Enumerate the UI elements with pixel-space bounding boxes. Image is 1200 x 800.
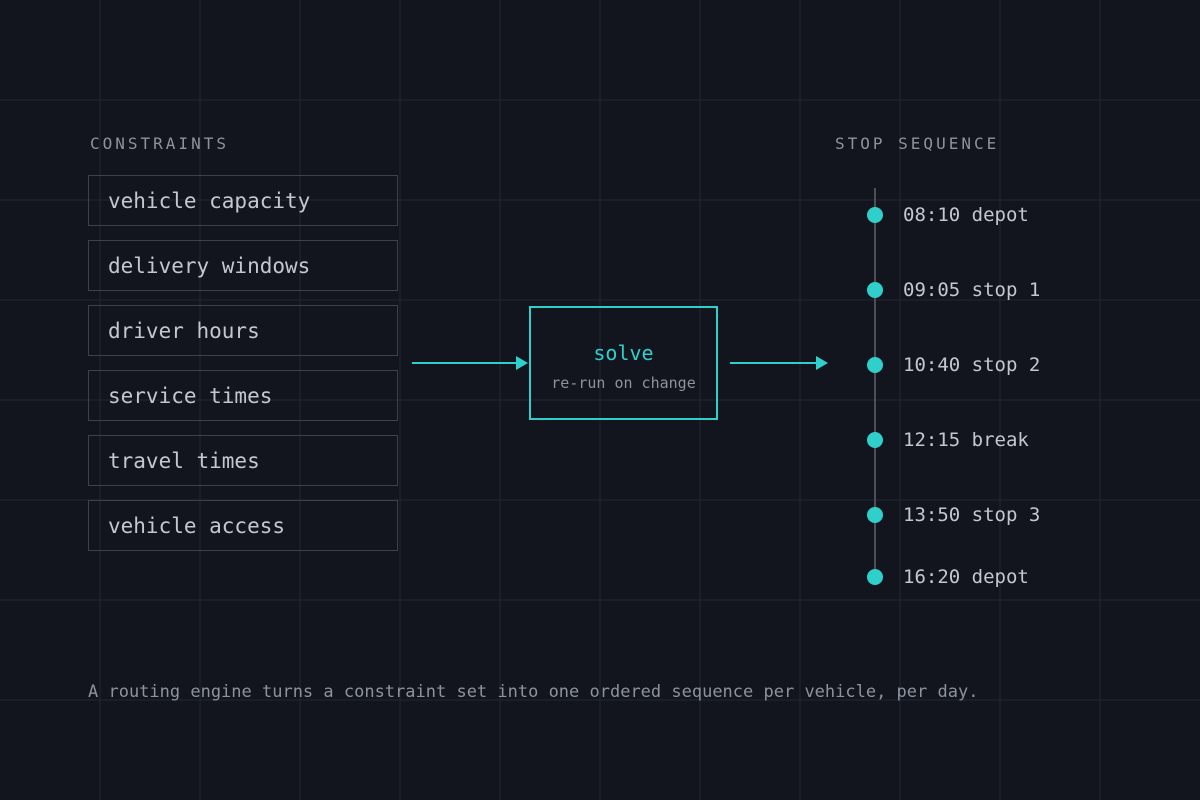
stop-time: 12:15 xyxy=(903,429,961,451)
stop-sequence-heading: STOP SEQUENCE xyxy=(835,134,1000,153)
timeline-stop: 10:40 stop 2 xyxy=(867,354,1040,376)
timeline-stop: 08:10 depot xyxy=(867,204,1029,226)
stop-name: stop 2 xyxy=(971,354,1041,376)
timeline-stop: 12:15 break xyxy=(867,429,1029,451)
constraints-heading: CONSTRAINTS xyxy=(90,134,229,153)
stop-dot-icon xyxy=(867,432,883,448)
timeline-stop: 13:50 stop 3 xyxy=(867,504,1040,526)
constraint-service-times: service times xyxy=(88,370,398,421)
stop-dot-icon xyxy=(867,207,883,223)
stop-name: break xyxy=(971,429,1029,451)
stop-label: 12:15 break xyxy=(903,429,1029,451)
stop-time: 13:50 xyxy=(903,504,961,526)
stop-time: 16:20 xyxy=(903,566,961,588)
stop-dot-icon xyxy=(867,282,883,298)
input-arrow-icon xyxy=(412,356,528,370)
solve-title: solve xyxy=(593,341,654,365)
solve-subtitle: re-run on change xyxy=(551,374,696,392)
stop-dot-icon xyxy=(867,507,883,523)
stop-dot-icon xyxy=(867,569,883,585)
stop-label: 10:40 stop 2 xyxy=(903,354,1040,376)
stop-label: 09:05 stop 1 xyxy=(903,279,1040,301)
solve-box: solve re-run on change xyxy=(529,306,718,420)
stop-label: 13:50 stop 3 xyxy=(903,504,1040,526)
stop-name: stop 3 xyxy=(971,504,1041,526)
timeline-stop: 16:20 depot xyxy=(867,566,1029,588)
constraint-vehicle-access: vehicle access xyxy=(88,500,398,551)
stop-time: 08:10 xyxy=(903,204,961,226)
constraint-delivery-windows: delivery windows xyxy=(88,240,398,291)
constraint-driver-hours: driver hours xyxy=(88,305,398,356)
stop-time: 09:05 xyxy=(903,279,961,301)
stop-name: depot xyxy=(971,566,1029,588)
stop-name: stop 1 xyxy=(971,279,1041,301)
constraint-travel-times: travel times xyxy=(88,435,398,486)
stop-dot-icon xyxy=(867,357,883,373)
timeline-stop: 09:05 stop 1 xyxy=(867,279,1040,301)
stop-name: depot xyxy=(971,204,1029,226)
output-arrow-icon xyxy=(730,356,828,370)
stop-label: 16:20 depot xyxy=(903,566,1029,588)
caption: A routing engine turns a constraint set … xyxy=(88,682,979,702)
stop-time: 10:40 xyxy=(903,354,961,376)
stop-label: 08:10 depot xyxy=(903,204,1029,226)
constraint-vehicle-capacity: vehicle capacity xyxy=(88,175,398,226)
